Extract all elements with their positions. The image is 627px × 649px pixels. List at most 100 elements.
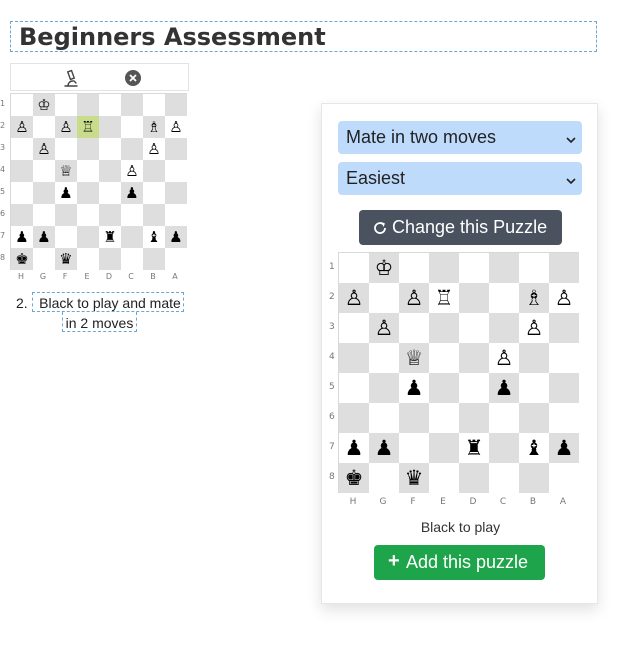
board-square-d8[interactable] [99, 248, 121, 270]
board-square-e2[interactable]: ♖ [77, 116, 99, 138]
close-circle-icon[interactable] [123, 68, 143, 88]
chess-piece[interactable]: ♗ [147, 119, 160, 135]
board-square-h1[interactable] [339, 253, 369, 283]
board-square-d4[interactable] [459, 343, 489, 373]
board-square-f8[interactable]: ♛ [399, 463, 429, 493]
board-square-e1[interactable] [77, 94, 99, 116]
puzzle-type-select[interactable]: Mate in two moves [338, 121, 582, 154]
chess-piece[interactable]: ♟ [555, 437, 574, 459]
board-square-a1[interactable] [549, 253, 579, 283]
board-square-b3[interactable]: ♙ [519, 313, 549, 343]
board-square-a2[interactable]: ♙ [549, 283, 579, 313]
board-square-h4[interactable] [11, 160, 33, 182]
board-square-g7[interactable]: ♟ [33, 226, 55, 248]
board-square-c1[interactable] [121, 94, 143, 116]
board-square-a7[interactable]: ♟ [549, 433, 579, 463]
board-square-d2[interactable] [99, 116, 121, 138]
board-square-a3[interactable] [165, 138, 187, 160]
board-square-f1[interactable] [55, 94, 77, 116]
puzzle-caption-line2[interactable]: in 2 moves [62, 313, 137, 333]
board-square-h8[interactable]: ♚ [11, 248, 33, 270]
chess-piece[interactable]: ♟ [59, 185, 72, 201]
chess-piece[interactable]: ♗ [525, 287, 544, 309]
board-square-e4[interactable] [429, 343, 459, 373]
board-square-g4[interactable] [369, 343, 399, 373]
board-square-h1[interactable] [11, 94, 33, 116]
board-square-a5[interactable] [549, 373, 579, 403]
board-square-g2[interactable] [369, 283, 399, 313]
board-square-d1[interactable] [99, 94, 121, 116]
board-square-f3[interactable] [399, 313, 429, 343]
board-square-h2[interactable]: ♙ [11, 116, 33, 138]
board-square-c5[interactable]: ♟ [121, 182, 143, 204]
board-square-b6[interactable] [519, 403, 549, 433]
board-square-f7[interactable] [55, 226, 77, 248]
chess-piece[interactable]: ♙ [405, 287, 424, 309]
board-square-a3[interactable] [549, 313, 579, 343]
board-square-h8[interactable]: ♚ [339, 463, 369, 493]
chess-piece[interactable]: ♙ [59, 119, 72, 135]
board-square-g6[interactable] [369, 403, 399, 433]
add-puzzle-button[interactable]: + Add this puzzle [374, 545, 545, 580]
chess-piece[interactable]: ♙ [37, 141, 50, 157]
chess-piece[interactable]: ♙ [169, 119, 182, 135]
board-square-c6[interactable] [121, 204, 143, 226]
board-square-e8[interactable] [429, 463, 459, 493]
chess-piece[interactable]: ♟ [37, 229, 50, 245]
chess-piece[interactable]: ♖ [435, 287, 454, 309]
board-square-f1[interactable] [399, 253, 429, 283]
board-square-c2[interactable] [489, 283, 519, 313]
board-square-c4[interactable]: ♙ [121, 160, 143, 182]
board-square-c4[interactable]: ♙ [489, 343, 519, 373]
board-square-b8[interactable] [143, 248, 165, 270]
board-square-c8[interactable] [121, 248, 143, 270]
board-square-f4[interactable]: ♕ [55, 160, 77, 182]
board-square-b7[interactable]: ♝ [519, 433, 549, 463]
board-square-b4[interactable] [519, 343, 549, 373]
board-square-b2[interactable]: ♗ [519, 283, 549, 313]
chess-piece[interactable]: ♙ [15, 119, 28, 135]
chess-piece[interactable]: ♚ [15, 251, 28, 267]
board-square-d5[interactable] [99, 182, 121, 204]
board-square-e3[interactable] [429, 313, 459, 343]
board-square-d2[interactable] [459, 283, 489, 313]
chess-piece[interactable]: ♟ [495, 377, 514, 399]
board-square-f5[interactable]: ♟ [399, 373, 429, 403]
chess-piece[interactable]: ♙ [147, 141, 160, 157]
board-square-f3[interactable] [55, 138, 77, 160]
board-square-f6[interactable] [399, 403, 429, 433]
board-square-b5[interactable] [519, 373, 549, 403]
board-square-h5[interactable] [11, 182, 33, 204]
board-square-e3[interactable] [77, 138, 99, 160]
board-square-h3[interactable] [11, 138, 33, 160]
board-square-e2[interactable]: ♖ [429, 283, 459, 313]
chess-piece[interactable]: ♚ [345, 467, 364, 489]
board-square-c3[interactable] [489, 313, 519, 343]
board-square-a4[interactable] [165, 160, 187, 182]
chess-piece[interactable]: ♖ [81, 119, 94, 135]
board-square-b8[interactable] [519, 463, 549, 493]
board-square-g8[interactable] [369, 463, 399, 493]
board-square-g5[interactable] [33, 182, 55, 204]
board-square-e5[interactable] [77, 182, 99, 204]
board-square-f2[interactable]: ♙ [55, 116, 77, 138]
chess-piece[interactable]: ♙ [345, 287, 364, 309]
puzzle-caption-line1[interactable]: Black to play and mate [36, 293, 184, 313]
board-square-h6[interactable] [339, 403, 369, 433]
board-square-d8[interactable] [459, 463, 489, 493]
chess-piece[interactable]: ♕ [405, 347, 424, 369]
board-square-g4[interactable] [33, 160, 55, 182]
board-square-d6[interactable] [459, 403, 489, 433]
difficulty-select[interactable]: Easiest [338, 162, 582, 195]
board-square-g3[interactable]: ♙ [369, 313, 399, 343]
chess-piece[interactable]: ♟ [405, 377, 424, 399]
board-square-d7[interactable]: ♜ [99, 226, 121, 248]
board-square-g5[interactable] [369, 373, 399, 403]
board-square-c3[interactable] [121, 138, 143, 160]
board-square-h2[interactable]: ♙ [339, 283, 369, 313]
board-square-h5[interactable] [339, 373, 369, 403]
board-square-a2[interactable]: ♙ [165, 116, 187, 138]
chess-piece[interactable]: ♝ [147, 229, 160, 245]
change-puzzle-button[interactable]: Change this Puzzle [359, 210, 562, 245]
board-square-g3[interactable]: ♙ [33, 138, 55, 160]
